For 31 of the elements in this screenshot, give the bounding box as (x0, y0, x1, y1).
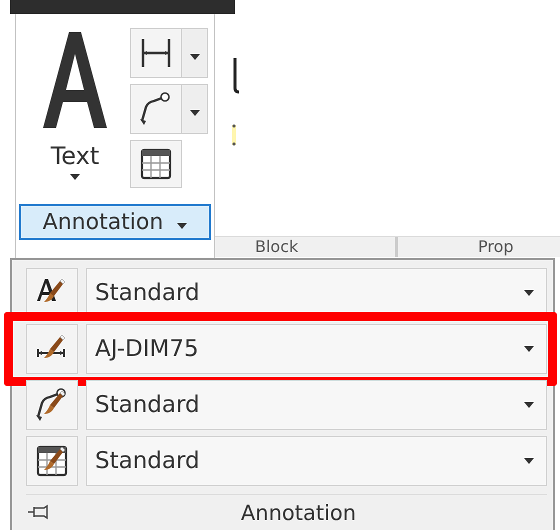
panel-button[interactable]: Annotation (19, 204, 211, 240)
pin-icon (27, 504, 49, 520)
letter-a-icon (43, 32, 107, 128)
style-button[interactable] (26, 324, 78, 374)
caret-icon (524, 290, 534, 296)
style-button[interactable] (26, 380, 78, 430)
tab-label[interactable]: Prop (398, 237, 560, 257)
dropdown-button[interactable] (181, 29, 207, 77)
caret-icon (524, 346, 534, 352)
table-style-icon (34, 443, 70, 479)
style-dropdown[interactable]: AJ-DIM75 (86, 324, 547, 374)
partial-icon[interactable] (231, 124, 237, 146)
style-dropdown[interactable]: Standard (86, 436, 547, 486)
dropdown-button[interactable] (181, 85, 207, 133)
caret-icon (177, 223, 188, 229)
caret-icon (524, 458, 534, 464)
caret-icon (190, 110, 200, 116)
tab-label[interactable]: Block (215, 237, 398, 257)
pin-button[interactable] (26, 504, 50, 522)
caret-icon (524, 402, 534, 408)
caret-icon (70, 174, 80, 180)
text-button[interactable]: Text (26, 28, 124, 200)
partial-icon[interactable] (231, 58, 241, 94)
split-button[interactable] (130, 84, 208, 134)
style-button[interactable] (26, 436, 78, 486)
panel-title: Annotation (240, 500, 358, 524)
split-button[interactable] (130, 28, 208, 78)
style-dropdown[interactable]: Standard (86, 380, 547, 430)
table-icon (138, 146, 174, 182)
tool-button[interactable] (130, 140, 182, 188)
caret-icon (190, 54, 200, 60)
